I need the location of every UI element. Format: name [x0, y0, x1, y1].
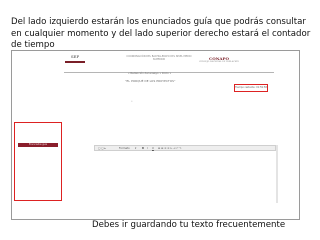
logo-bar [65, 60, 85, 63]
guide-panel-highlight: Enunciados guía [14, 122, 62, 201]
page-header: SEP COORDINACIÓN DEL BACHILLERATO DEL NI… [64, 54, 239, 70]
bold-icon[interactable]: B [142, 147, 144, 151]
essay-editor[interactable] [94, 151, 276, 203]
toolbar-icons-left[interactable]: ▢ ▢ ▸ [98, 147, 106, 151]
time-counter: Tiempo restante: 01:59:58 [234, 84, 268, 92]
chevron-down-icon[interactable]: ▾ [135, 147, 136, 151]
format-dropdown[interactable]: Formato [119, 147, 130, 151]
sep-logo-text: SEP [70, 54, 80, 59]
conapo-subtitle: CONSEJO NACIONAL DE POBLACIÓN [199, 61, 239, 63]
separator-mark: • [131, 99, 133, 103]
list-icons[interactable]: ☰ ☰ ≡ ≡ ⇤ ⇥ ↶ ↷ [158, 147, 181, 151]
header-title: COORDINACIÓN DEL BACHILLERATO DEL NIVEL … [126, 55, 192, 61]
instruction-text: Del lado izquierdo estarán los enunciado… [11, 17, 311, 50]
save-reminder: Debes ir guardando tu texto frecuentemen… [92, 220, 286, 230]
italic-icon[interactable]: I [147, 147, 148, 151]
conapo-logo: CONAPO CONSEJO NACIONAL DE POBLACIÓN [199, 56, 239, 64]
essay-title: “EL PORQUÉ DE LOS PROYECTOS” [125, 79, 176, 83]
underline-icon[interactable]: U [152, 147, 154, 151]
editor-scrollbar[interactable] [276, 145, 278, 203]
breadcrumb[interactable]: « Redacción del ensayo » Inicio » [128, 72, 171, 75]
guide-statements-button[interactable]: Enunciados guía [18, 143, 58, 147]
sep-logo: SEP [64, 54, 86, 69]
